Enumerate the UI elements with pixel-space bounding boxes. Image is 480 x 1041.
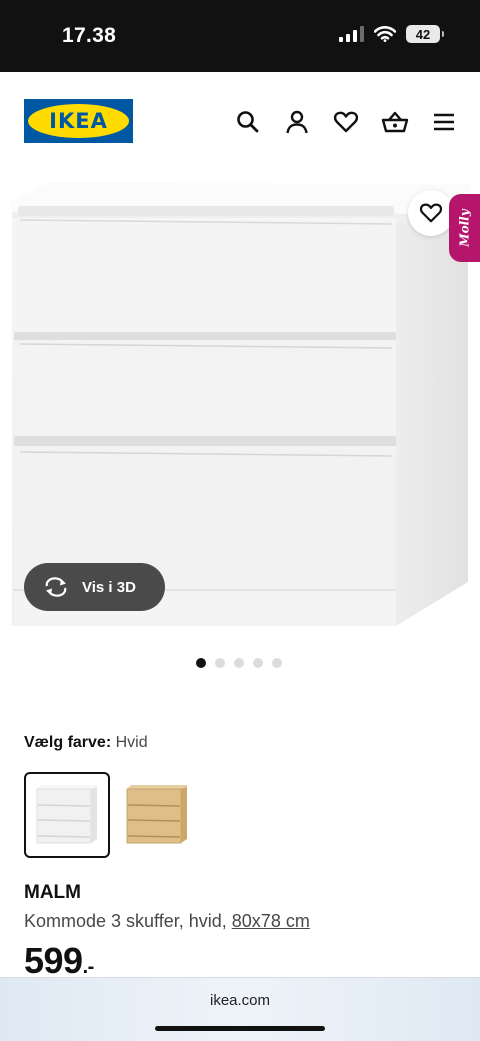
logo-oval: IKEA [28,104,129,138]
white-dresser-swatch[interactable] [24,772,110,858]
view-in-3d-button[interactable]: Vis i 3D [24,563,165,611]
url-text[interactable]: ikea.com [0,992,480,1009]
home-indicator[interactable] [155,1026,325,1031]
white-dresser-thumbnail [36,785,97,844]
shopping-basket-icon[interactable] [381,108,409,136]
search-icon[interactable] [234,108,262,136]
signal-icon [339,26,364,42]
selected-color: Hvid [115,734,148,751]
carousel-dot[interactable] [196,658,206,668]
add-to-favorites-button[interactable] [408,190,454,236]
status-bar: 17.38 42 [0,0,480,72]
color-selection-label: Vælg farve: Hvid [24,734,148,752]
battery-level: 42 [415,26,431,42]
price-value: 599 [24,940,83,981]
logo-text: IKEA [49,109,108,133]
molly-chat-tab[interactable]: Molly [449,194,480,262]
molly-chat-label: Molly [457,209,472,247]
rotate-arrows-icon [45,577,67,597]
account-icon[interactable] [283,108,311,136]
ikea-logo[interactable]: IKEA [24,99,133,143]
product-description: Kommode 3 skuffer, hvid, 80x78 cm [24,911,310,932]
site-header: IKEA [0,72,480,172]
price-suffix: .- [82,956,95,978]
product-name: MALM [24,882,81,903]
browser-address-bar[interactable]: ikea.com [0,977,480,1041]
product-dimensions-link[interactable]: 80x78 cm [232,911,310,931]
wishlist-heart-icon[interactable] [332,108,360,136]
oak-dresser-thumbnail [126,785,187,844]
product-description-text: Kommode 3 skuffer, hvid, [24,911,232,931]
carousel-dot[interactable] [253,658,263,668]
battery-icon: 42 [406,25,444,43]
carousel-dot[interactable] [215,658,225,668]
oak-dresser-swatch[interactable] [114,772,200,858]
status-icons: 42 [339,25,444,43]
menu-icon[interactable] [430,108,458,136]
view-in-3d-label: Vis i 3D [82,578,136,596]
carousel-dots [196,658,282,668]
color-heading: Vælg farve: [24,734,112,751]
carousel-dot[interactable] [272,658,282,668]
carousel-dot[interactable] [234,658,244,668]
status-time: 17.38 [62,24,117,47]
heart-outline-icon [419,203,443,223]
product-price: 599.- [24,940,94,982]
wifi-icon [374,26,396,42]
